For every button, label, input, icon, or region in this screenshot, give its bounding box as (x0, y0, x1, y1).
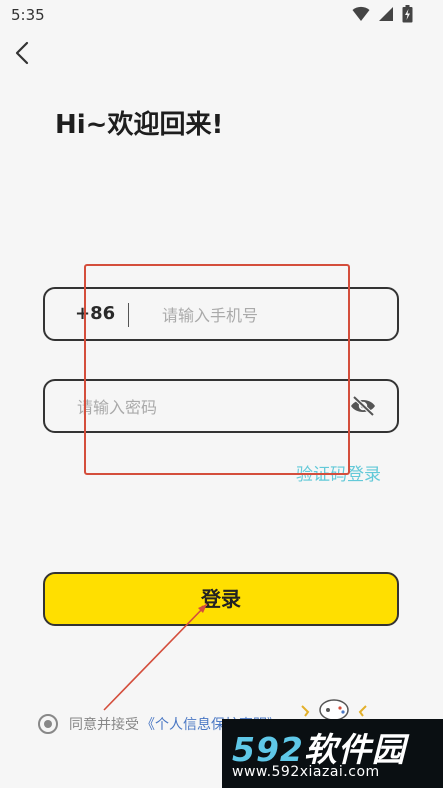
battery-charging-icon (402, 5, 413, 23)
agreement-text: 同意并接受 (69, 717, 139, 733)
status-icons (352, 5, 413, 23)
status-bar: 5:35 (0, 0, 443, 30)
wifi-icon (352, 6, 370, 21)
status-time: 5:35 (11, 6, 45, 24)
chevron-left-icon (15, 41, 29, 65)
login-button[interactable]: 登录 (43, 572, 399, 626)
password-visibility-toggle[interactable] (349, 394, 377, 418)
site-watermark: 592软件园 www.592xiazai.com (222, 719, 443, 788)
eye-off-icon (351, 395, 375, 417)
page-title: Hi~欢迎回来! (55, 110, 224, 140)
annotation-box (84, 264, 350, 475)
signal-icon (379, 7, 393, 21)
agreement-radio[interactable] (38, 714, 58, 734)
watermark-url: www.592xiazai.com (232, 764, 380, 780)
back-button[interactable] (10, 38, 36, 68)
